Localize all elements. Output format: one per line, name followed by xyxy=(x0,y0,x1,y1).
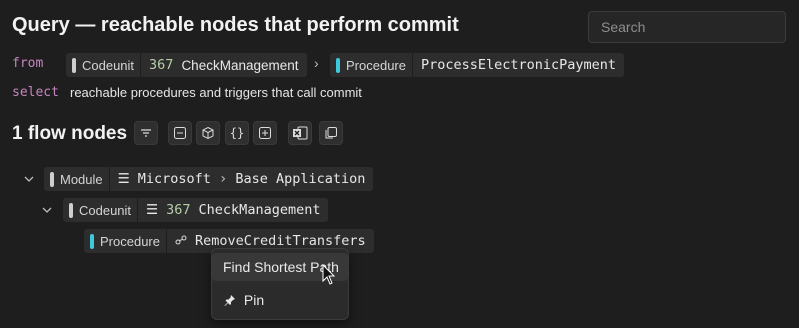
object-name: CheckManagement xyxy=(198,202,321,218)
from-source-chip[interactable]: Codeunit 367 CheckManagement xyxy=(66,53,307,77)
filter-icon[interactable] xyxy=(134,121,158,145)
object-name: CheckManagement xyxy=(181,57,299,73)
procedure-marker xyxy=(90,233,94,249)
from-target-chip[interactable]: Procedure ProcessElectronicPayment xyxy=(330,53,625,77)
flow-count: 1 flow nodes xyxy=(12,123,128,144)
page-title: Query — reachable nodes that perform com… xyxy=(12,14,459,36)
object-name: RemoveCreditTransfers xyxy=(194,233,366,249)
tree-node-codeunit[interactable]: Codeunit ☰ 367 CheckManagement xyxy=(63,198,329,222)
chip-kind: Codeunit xyxy=(82,57,135,73)
link-icon xyxy=(175,233,187,249)
publisher-name: Microsoft xyxy=(137,171,211,187)
chip-kind: Procedure xyxy=(346,57,406,73)
from-keyword: from xyxy=(12,56,44,71)
object-number: 367 xyxy=(149,57,174,73)
tree-node-module[interactable]: Module ☰ Microsoft › Base Application xyxy=(44,167,374,191)
list-icon: ☰ xyxy=(146,202,159,218)
mouse-cursor-icon xyxy=(322,263,336,291)
excel-icon[interactable] xyxy=(288,121,312,145)
module-name: Base Application xyxy=(235,171,366,187)
collapse-all-icon[interactable] xyxy=(168,121,192,145)
list-icon: ☰ xyxy=(117,171,130,187)
chevron-right-icon: › xyxy=(314,55,319,71)
chevron-down-icon[interactable] xyxy=(42,205,52,217)
expand-all-icon[interactable] xyxy=(253,121,277,145)
pin-icon xyxy=(224,287,240,315)
object-number: 367 xyxy=(166,202,191,218)
package-icon[interactable] xyxy=(196,121,220,145)
select-description: reachable procedures and triggers that c… xyxy=(70,85,362,100)
procedure-marker xyxy=(336,57,340,73)
chevron-right-icon: › xyxy=(218,171,228,187)
search-input[interactable] xyxy=(588,11,786,43)
object-name: ProcessElectronicPayment xyxy=(420,57,617,73)
codeunit-marker xyxy=(72,57,76,73)
json-icon[interactable]: {} xyxy=(225,121,249,145)
module-marker xyxy=(50,171,54,187)
select-keyword: select xyxy=(12,85,59,100)
codeunit-marker xyxy=(69,202,73,218)
copy-icon[interactable] xyxy=(319,121,343,145)
chevron-down-icon[interactable] xyxy=(24,174,34,186)
